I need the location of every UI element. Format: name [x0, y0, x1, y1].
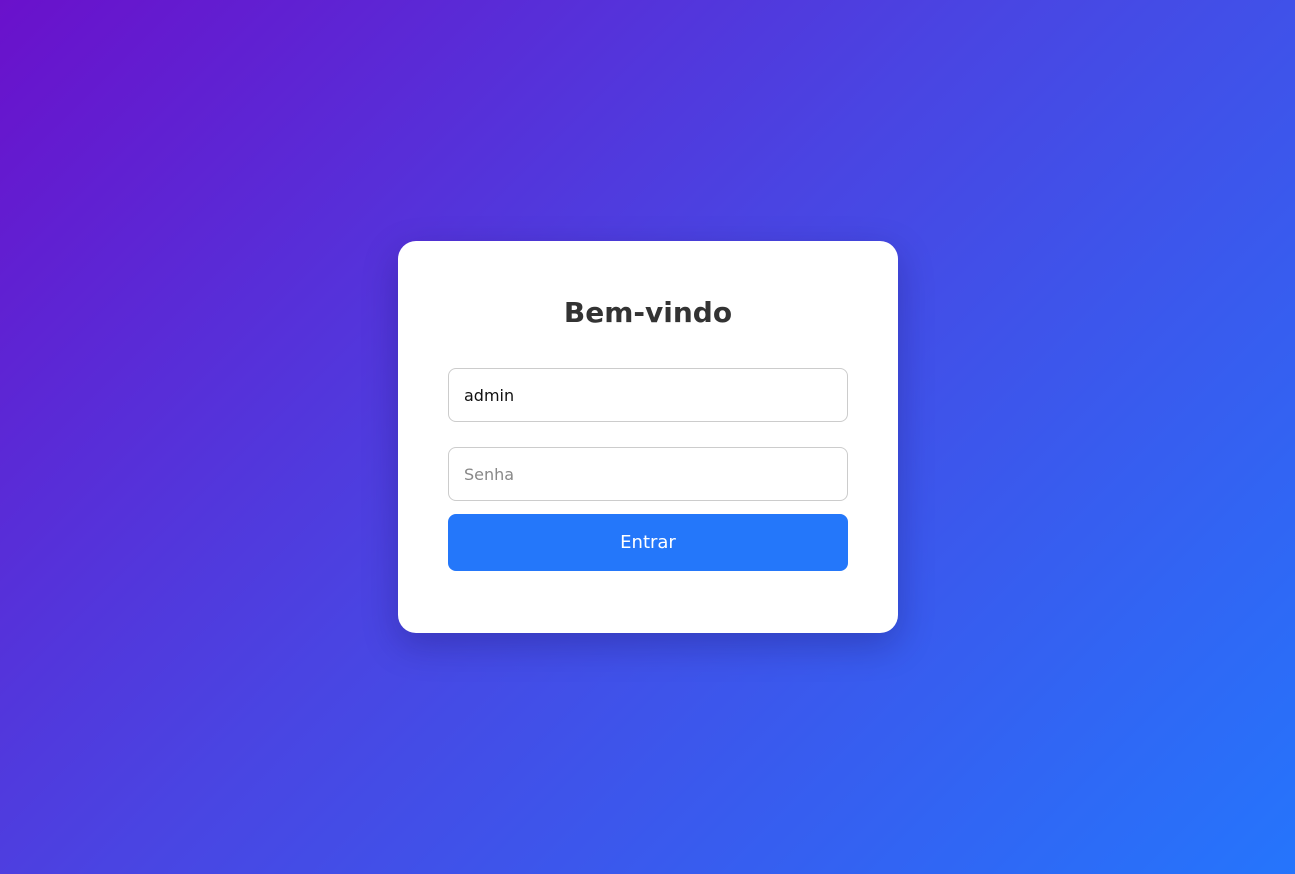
password-input[interactable]	[448, 447, 848, 501]
page-title: Bem-vindo	[563, 296, 733, 329]
login-button[interactable]: Entrar	[448, 514, 848, 571]
username-input[interactable]	[448, 368, 848, 422]
login-card: Bem-vindo Entrar	[398, 241, 898, 633]
